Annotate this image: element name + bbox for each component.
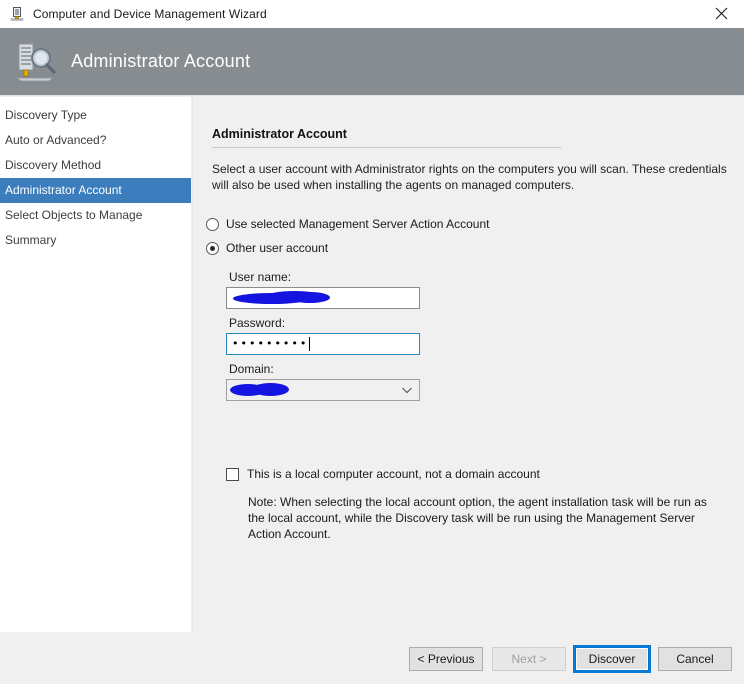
banner-title: Administrator Account	[71, 51, 251, 71]
server-search-icon	[11, 38, 59, 86]
sidebar-item-administrator-account[interactable]: Administrator Account	[0, 178, 191, 203]
chevron-down-icon[interactable]	[395, 380, 419, 400]
password-label: Password:	[229, 316, 286, 330]
radio-label: Other user account	[226, 241, 329, 255]
password-input[interactable]: •••••••••	[226, 333, 420, 355]
local-account-note: Note: When selecting the local account o…	[248, 495, 707, 541]
radio-indicator	[206, 217, 219, 231]
sidebar-item-auto-or-advanced[interactable]: Auto or Advanced?	[0, 128, 191, 153]
page-title: Administrator Account	[212, 127, 347, 141]
sidebar-item-summary[interactable]: Summary	[0, 228, 191, 253]
checkbox-label: This is a local computer account, not a …	[247, 467, 540, 481]
radio-other-user-account[interactable]: Other user account	[206, 241, 328, 255]
password-masked-value: •••••••••	[232, 337, 309, 350]
user-name-label: User name:	[229, 270, 292, 284]
radio-indicator-selected	[206, 241, 219, 255]
domain-selected-value	[227, 380, 395, 400]
local-account-checkbox[interactable]: This is a local computer account, not a …	[226, 467, 540, 481]
next-button: Next >	[492, 647, 566, 671]
close-icon[interactable]	[698, 0, 744, 27]
redaction-mark	[290, 292, 330, 303]
computer-monitor-icon	[9, 6, 25, 22]
radio-label: Use selected Management Server Action Ac…	[226, 217, 490, 231]
text-caret	[309, 337, 311, 351]
checkbox-indicator	[226, 468, 239, 481]
wizard-banner: Administrator Account	[0, 28, 744, 96]
content-pane: Administrator Account Select a user acco…	[192, 97, 744, 632]
wizard-dialog: Computer and Device Management Wizard Ad…	[0, 0, 744, 684]
redaction-mark	[252, 383, 289, 396]
window-title: Computer and Device Management Wizard	[33, 6, 267, 21]
domain-select[interactable]	[226, 379, 420, 401]
sidebar-item-discovery-type[interactable]: Discovery Type	[0, 103, 191, 128]
sidebar-item-select-objects-to-manage[interactable]: Select Objects to Manage	[0, 203, 191, 228]
domain-label: Domain:	[229, 362, 274, 376]
page-description: Select a user account with Administrator…	[212, 162, 727, 192]
user-name-input[interactable]	[226, 287, 420, 309]
dialog-footer: < Previous Next > Discover Cancel	[0, 632, 744, 684]
title-divider	[212, 147, 561, 148]
sidebar-item-discovery-method[interactable]: Discovery Method	[0, 153, 191, 178]
discover-button[interactable]: Discover	[575, 647, 649, 671]
wizard-step-nav: Discovery Type Auto or Advanced? Discove…	[0, 97, 191, 632]
previous-button[interactable]: < Previous	[409, 647, 483, 671]
cancel-button[interactable]: Cancel	[658, 647, 732, 671]
title-bar: Computer and Device Management Wizard	[0, 0, 744, 28]
radio-use-management-server-action-account[interactable]: Use selected Management Server Action Ac…	[206, 217, 489, 231]
dialog-button-row: < Previous Next > Discover Cancel	[409, 647, 732, 671]
